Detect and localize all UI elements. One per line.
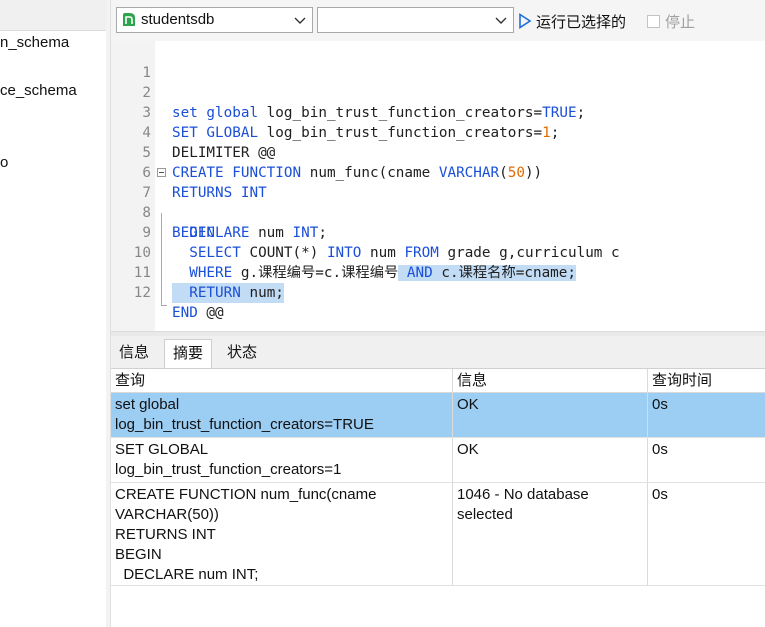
stop-square-icon [647, 14, 660, 28]
database-icon [123, 13, 135, 26]
code-line: 6 RETURNS INT [111, 143, 765, 201]
code-line: 3 SET GLOBAL log_bin_trust_function_crea… [111, 83, 765, 141]
tree-item-schema[interactable]: ce_schema [0, 82, 77, 99]
tree-header [0, 0, 106, 31]
cell-time: 0s [652, 396, 668, 413]
line-number: 12 [133, 285, 151, 301]
tree-item-schema[interactable]: o [0, 154, 8, 171]
code-line: 2 set global log_bin_trust_function_crea… [111, 63, 765, 121]
cell-query: CREATE FUNCTION num_func(cname VARCHAR(5… [111, 483, 453, 585]
table-row[interactable]: SET GLOBAL log_bin_trust_function_creato… [111, 438, 765, 483]
code-line: 8 DECLARE num INT; [111, 183, 765, 241]
cell-query: set global log_bin_trust_function_creato… [111, 393, 453, 437]
tree-item-schema[interactable]: n_schema [0, 34, 69, 51]
code-line: 11 RETURN num; [111, 243, 765, 303]
column-header-time[interactable]: 查询时间 [648, 369, 765, 392]
chevron-down-icon [294, 17, 306, 24]
code-line: 1 [111, 43, 765, 81]
code-line: 4 DELIMITER @@ [111, 103, 765, 161]
tab-status[interactable]: 状态 [219, 339, 265, 367]
query-toolbar: studentsdb 运行已选择的 停止 [111, 0, 765, 42]
database-select-value: studentsdb [141, 11, 215, 28]
run-selected-label: 运行已选择的 [536, 13, 627, 31]
cell-query: SET GLOBAL log_bin_trust_function_creato… [111, 438, 453, 482]
result-tabs: 信息 摘要 状态 [111, 336, 765, 369]
tab-summary[interactable]: 摘要 [164, 339, 213, 368]
cell-info: OK [453, 393, 648, 437]
cell-time: 0s [652, 486, 668, 503]
stop-label: 停止 [665, 13, 696, 31]
sql-editor[interactable]: 1 2 set global log_bin_trust_function_cr… [111, 41, 765, 331]
stop-button[interactable]: 停止 [647, 10, 695, 32]
grid-header-row: 查询 信息 查询时间 [111, 369, 765, 393]
fold-toggle-icon[interactable] [157, 168, 166, 177]
cell-time: 0s [652, 441, 668, 458]
column-header-info[interactable]: 信息 [453, 369, 648, 392]
cell-info: OK [453, 438, 648, 482]
cell-info: 1046 - No database selected [453, 483, 648, 585]
code-line: 5 CREATE FUNCTION num_func(cname VARCHAR… [111, 123, 765, 181]
code-text-selected: RETURN num; [172, 283, 284, 303]
code-line: 9 SELECT COUNT(*) INTO num FROM grade g,… [111, 203, 765, 261]
code-line: 12 END @@ [111, 263, 765, 321]
column-header-query[interactable]: 查询 [111, 369, 453, 392]
code-line: 7 BEGIN [111, 163, 765, 241]
schema-select[interactable] [317, 7, 514, 33]
database-select[interactable]: studentsdb [116, 7, 313, 33]
table-row[interactable]: set global log_bin_trust_function_creato… [111, 393, 765, 438]
object-tree-panel[interactable]: n_schema ce_schema o [0, 0, 107, 627]
code-line: 10 WHERE g.课程编号=c.课程编号 AND c.课程名称=cname; [111, 223, 765, 281]
run-selected-button[interactable]: 运行已选择的 [518, 10, 626, 32]
chevron-down-icon [495, 17, 507, 24]
code-text: END @@ [172, 305, 224, 321]
tab-info[interactable]: 信息 [111, 339, 157, 367]
play-icon [519, 13, 532, 29]
table-row[interactable]: CREATE FUNCTION num_func(cname VARCHAR(5… [111, 483, 765, 586]
